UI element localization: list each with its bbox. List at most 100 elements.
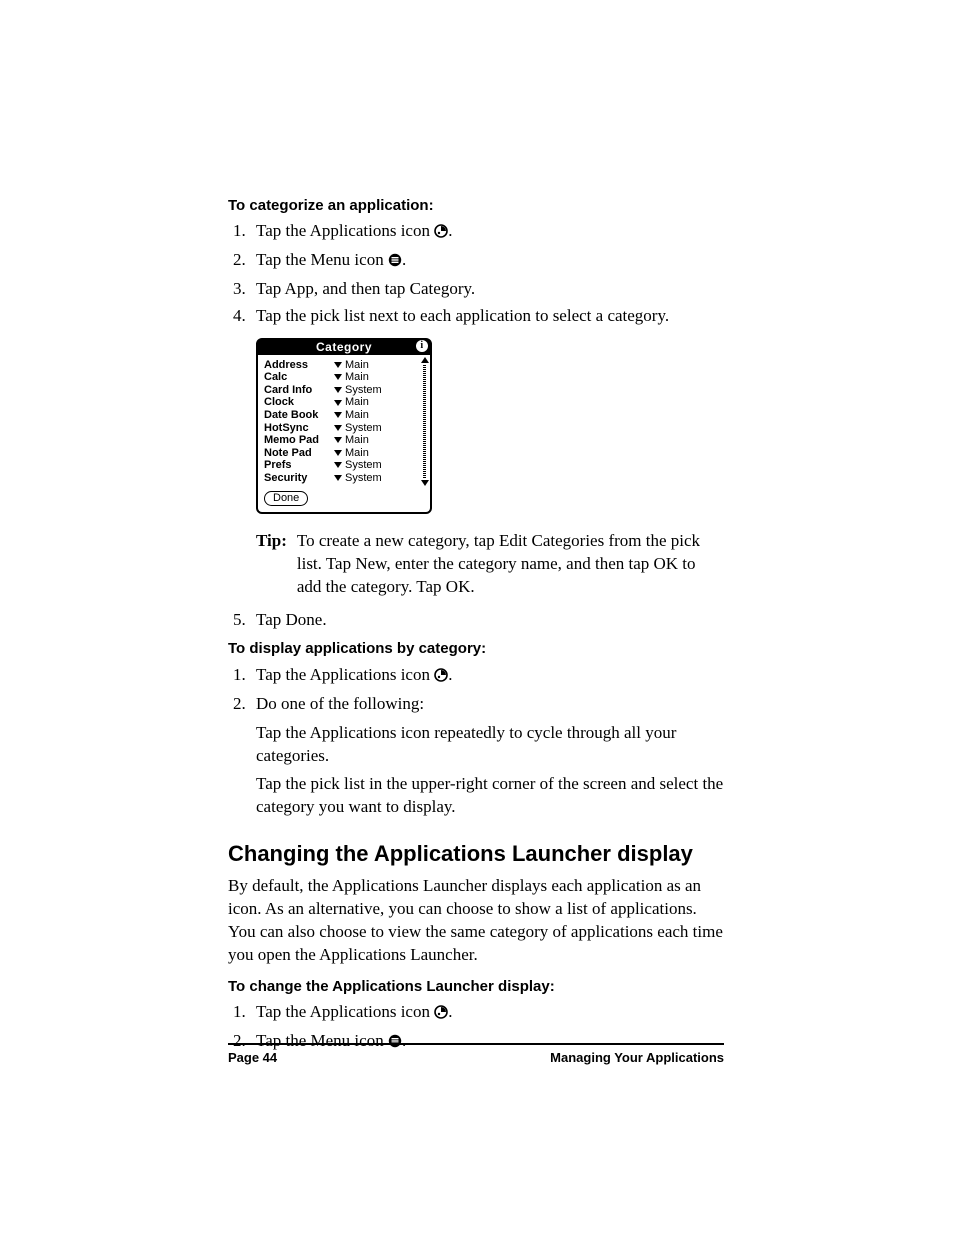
category-value: Main	[345, 359, 369, 371]
section3-body: By default, the Applications Launcher di…	[228, 875, 724, 967]
category-picker[interactable]: Main	[334, 434, 369, 446]
applications-icon	[434, 1003, 448, 1026]
footer-chapter: Managing Your Applications	[550, 1049, 724, 1067]
category-value: Main	[345, 434, 369, 446]
step: Tap the pick list next to each applicati…	[250, 305, 724, 328]
app-name: Memo Pad	[264, 434, 334, 446]
category-picker[interactable]: System	[334, 422, 382, 434]
app-name: Date Book	[264, 409, 334, 421]
scroll-up-icon[interactable]	[421, 357, 429, 363]
applications-icon	[434, 222, 448, 245]
scroll-track[interactable]	[423, 365, 426, 478]
heading-categorize: To categorize an application:	[228, 196, 724, 216]
step-sub: Tap the pick list in the upper-right cor…	[256, 773, 724, 819]
tip-body: To create a new category, tap Edit Categ…	[297, 530, 724, 599]
palm-body: Address Main Calc Main Card Info System Clo…	[258, 355, 430, 512]
scroll-down-icon[interactable]	[421, 480, 429, 486]
steps-display: Tap the Applications icon . Do one of th…	[228, 664, 724, 820]
palm-row: Note Pad Main	[264, 447, 426, 459]
app-name: Security	[264, 472, 334, 484]
palm-row: Security System	[264, 472, 426, 484]
palm-row: HotSync System	[264, 422, 426, 434]
category-value: Main	[345, 409, 369, 421]
tip-block: Tip: To create a new category, tap Edit …	[256, 530, 724, 599]
chevron-down-icon	[334, 374, 342, 380]
category-picker[interactable]: Main	[334, 447, 369, 459]
step-sub: Tap the Applications icon repeatedly to …	[256, 722, 724, 768]
category-value: System	[345, 472, 382, 484]
scrollbar[interactable]	[421, 357, 428, 486]
step: Tap Done.	[250, 609, 724, 632]
category-picker[interactable]: Main	[334, 396, 369, 408]
steps-categorize: Tap the Applications icon . Tap the Menu…	[228, 220, 724, 328]
chevron-down-icon	[334, 387, 342, 393]
chevron-down-icon	[334, 462, 342, 468]
step-text: Tap the Applications icon	[256, 221, 430, 240]
info-icon[interactable]: i	[416, 340, 428, 352]
manual-page: To categorize an application: Tap the Ap…	[0, 0, 954, 1235]
step: Tap App, and then tap Category.	[250, 278, 724, 301]
palm-row: Card Info System	[264, 384, 426, 396]
menu-icon	[388, 251, 402, 274]
palm-row: Clock Main	[264, 396, 426, 408]
category-picker[interactable]: System	[334, 472, 382, 484]
step-text: Tap App, and then tap Category.	[256, 279, 475, 298]
step: Tap the Applications icon .	[250, 220, 724, 245]
chevron-down-icon	[334, 475, 342, 481]
palm-row: Prefs System	[264, 459, 426, 471]
heading-changing-launcher: Changing the Applications Launcher displ…	[228, 839, 724, 869]
palm-titlebar: Category i	[258, 340, 430, 355]
step-text: Tap the Menu icon	[256, 250, 384, 269]
app-name: Clock	[264, 396, 334, 408]
category-value: System	[345, 459, 382, 471]
category-picker[interactable]: Main	[334, 409, 369, 421]
category-picker[interactable]: System	[334, 459, 382, 471]
period: .	[448, 221, 452, 240]
step-text: Tap Done.	[256, 610, 327, 629]
step-text: Tap the pick list next to each applicati…	[256, 306, 669, 325]
chevron-down-icon	[334, 437, 342, 443]
done-button[interactable]: Done	[264, 491, 308, 506]
period: .	[402, 250, 406, 269]
step-text: Tap the Applications icon	[256, 1002, 430, 1021]
palm-row: Address Main	[264, 359, 426, 371]
category-value: System	[345, 422, 382, 434]
app-name: Address	[264, 359, 334, 371]
chevron-down-icon	[334, 450, 342, 456]
palm-row: Calc Main	[264, 371, 426, 383]
step: Do one of the following: Tap the Applica…	[250, 693, 724, 820]
palm-row: Memo Pad Main	[264, 434, 426, 446]
chevron-down-icon	[334, 362, 342, 368]
step: Tap the Applications icon .	[250, 664, 724, 689]
step-text: Tap the Applications icon	[256, 665, 430, 684]
category-picker[interactable]: System	[334, 384, 382, 396]
app-name: HotSync	[264, 422, 334, 434]
palm-screenshot: Category i Address Main Calc Main Card Inf…	[256, 338, 432, 514]
app-name: Prefs	[264, 459, 334, 471]
app-name: Note Pad	[264, 447, 334, 459]
period: .	[448, 665, 452, 684]
period: .	[448, 1002, 452, 1021]
step: Tap the Applications icon .	[250, 1001, 724, 1026]
step: Tap the Menu icon .	[250, 249, 724, 274]
palm-row: Date Book Main	[264, 409, 426, 421]
category-value: Main	[345, 396, 369, 408]
palm-title-text: Category	[316, 341, 372, 354]
category-picker[interactable]: Main	[334, 359, 369, 371]
chevron-down-icon	[334, 400, 342, 406]
category-value: Main	[345, 371, 369, 383]
app-name: Card Info	[264, 384, 334, 396]
heading-change-launcher-steps: To change the Applications Launcher disp…	[228, 977, 724, 997]
steps-categorize-cont: Tap Done.	[228, 609, 724, 632]
heading-display-by-category: To display applications by category:	[228, 639, 724, 659]
applications-icon	[434, 666, 448, 689]
footer-page-number: Page 44	[228, 1049, 277, 1067]
page-footer: Page 44 Managing Your Applications	[228, 1043, 724, 1067]
chevron-down-icon	[334, 425, 342, 431]
step-text: Do one of the following:	[256, 694, 424, 713]
category-value: System	[345, 384, 382, 396]
app-name: Calc	[264, 371, 334, 383]
category-picker[interactable]: Main	[334, 371, 369, 383]
category-value: Main	[345, 447, 369, 459]
chevron-down-icon	[334, 412, 342, 418]
